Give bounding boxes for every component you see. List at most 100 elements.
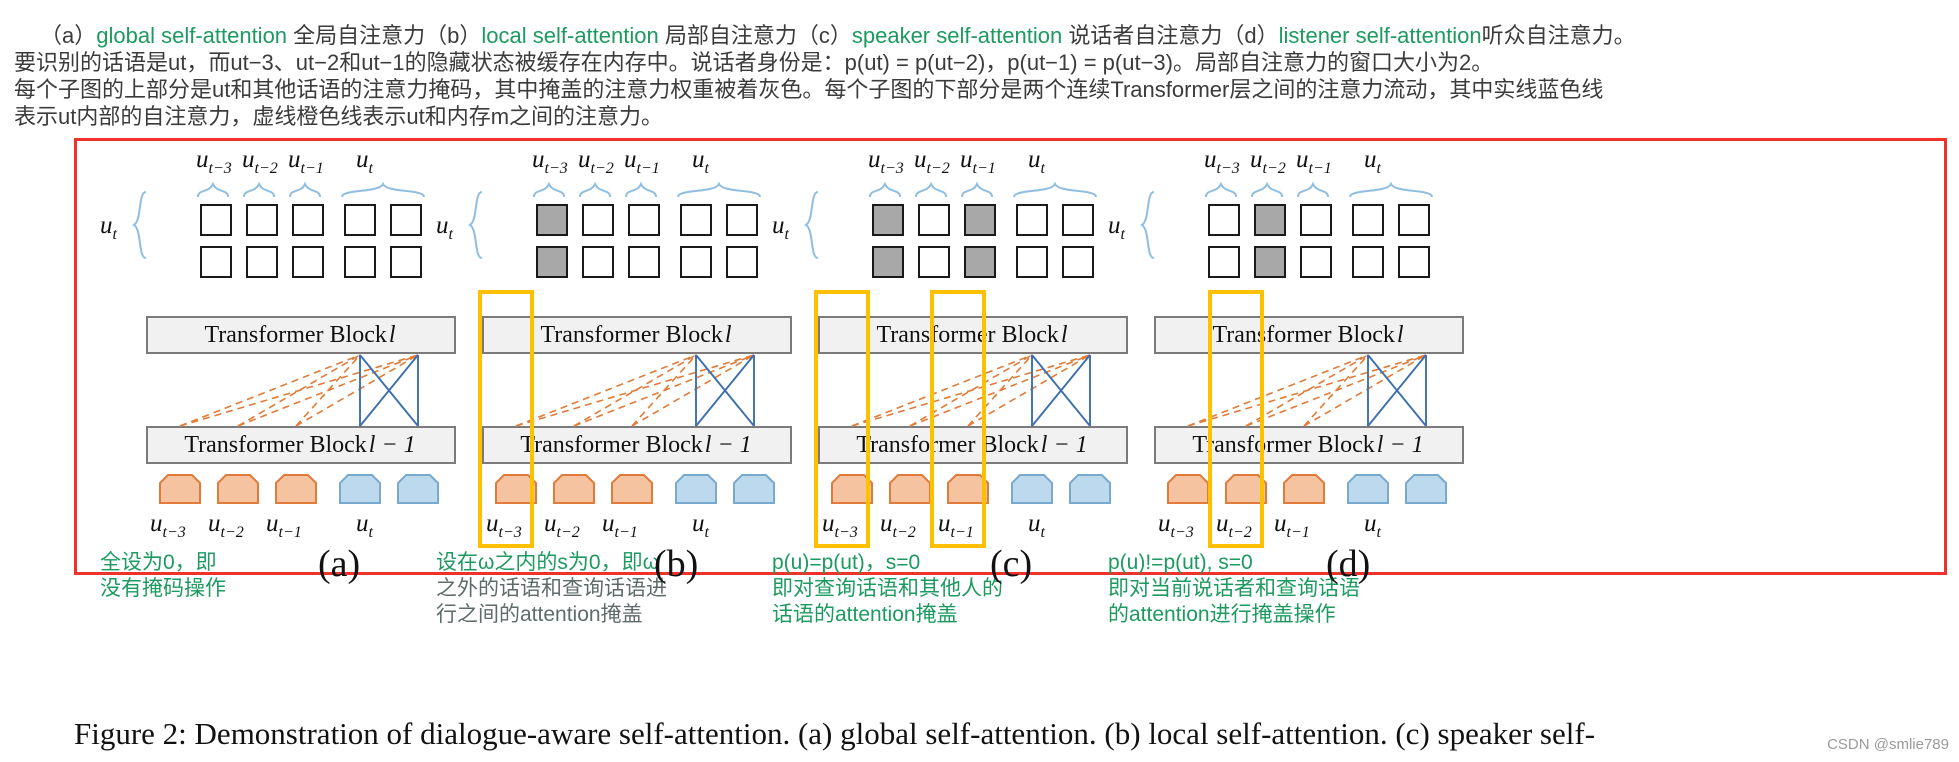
mask-cell-open xyxy=(292,204,324,236)
mask-column-header: ut−2 xyxy=(242,146,278,177)
panel-annotation-line: 全设为0，即 xyxy=(100,551,217,574)
mask-column-brace xyxy=(915,182,947,198)
highlight-box xyxy=(814,290,870,548)
watermark-label: CSDN @smlie789 xyxy=(1827,736,1949,753)
caption-part-a-term: global self-attention xyxy=(96,23,294,48)
panel-listener-self-attention: ut ut−3 ut−2 ut−1 ut Transformer Block l Trans… xyxy=(1096,138,1528,738)
mask-column-brace xyxy=(677,182,761,198)
token-axis-label: ut xyxy=(1028,510,1045,541)
mask-column-header: ut−1 xyxy=(288,146,324,177)
query-utterance-label: ut xyxy=(436,212,453,243)
mask-cell-open xyxy=(1062,246,1094,278)
mask-cell-open xyxy=(246,204,278,236)
mask-column-header: ut−3 xyxy=(532,146,568,177)
mask-cell-open xyxy=(390,204,422,236)
mask-column-header: ut−2 xyxy=(914,146,950,177)
mask-cell-masked xyxy=(872,246,904,278)
token-axis-label: ut xyxy=(356,510,373,541)
memory-token-shape xyxy=(158,474,202,504)
mask-cell-open xyxy=(390,246,422,278)
mask-column-header: ut−3 xyxy=(868,146,904,177)
mask-column-header: ut−1 xyxy=(624,146,660,177)
mask-cell-open xyxy=(200,204,232,236)
caption-part-c-cn: 说话者自注意力（d） xyxy=(1068,23,1279,48)
current-token-shape xyxy=(1346,474,1390,504)
mask-cell-open xyxy=(726,204,758,236)
panel-annotation-line: p(u)=p(ut)，s=0 xyxy=(772,551,921,574)
mask-cell-open xyxy=(1398,204,1430,236)
mask-column-brace xyxy=(961,182,993,198)
memory-token-shape xyxy=(610,474,654,504)
mask-cell-open xyxy=(292,246,324,278)
mask-cell-open xyxy=(1016,204,1048,236)
caption-part-c-term: speaker self-attention xyxy=(851,23,1069,48)
token-axis-label: ut−1 xyxy=(602,510,638,541)
token-axis-label: ut−1 xyxy=(266,510,302,541)
caption-line-4: 表示ut内部的自注意力，虚线橙色线表示ut和内存m之间的注意力。 xyxy=(14,104,664,129)
token-axis-label: ut−3 xyxy=(150,510,186,541)
mask-cell-open xyxy=(628,204,660,236)
mask-cell-open xyxy=(1352,204,1384,236)
mask-cell-masked xyxy=(964,204,996,236)
current-token-shape xyxy=(338,474,382,504)
paper-figure-caption: Figure 2: Demonstration of dialogue-awar… xyxy=(74,716,1596,751)
transformer-block-lower: Transformer Block l − 1 xyxy=(146,426,456,464)
mask-cell-masked xyxy=(964,246,996,278)
mask-column-header: ut−2 xyxy=(578,146,614,177)
mask-column-header: ut−1 xyxy=(960,146,996,177)
mask-cell-open xyxy=(628,246,660,278)
mask-cell-open xyxy=(344,204,376,236)
panel-annotation-line: 话语的attention掩盖 xyxy=(772,603,958,626)
mask-column-header: ut xyxy=(1364,146,1381,177)
mask-column-brace xyxy=(1205,182,1237,198)
mask-column-brace xyxy=(1251,182,1283,198)
mask-cell-open xyxy=(1398,246,1430,278)
highlight-box xyxy=(478,290,534,548)
panel-annotation-line: p(u)!=p(ut), s=0 xyxy=(1108,551,1253,574)
mask-cell-open xyxy=(1062,204,1094,236)
mask-cell-masked xyxy=(1254,246,1286,278)
mask-cell-open xyxy=(1352,246,1384,278)
subfigure-label: (c) xyxy=(990,543,1033,585)
mask-column-brace xyxy=(1013,182,1097,198)
mask-cell-open xyxy=(918,204,950,236)
memory-token-shape xyxy=(216,474,260,504)
mask-cell-open xyxy=(726,246,758,278)
mask-column-header: ut xyxy=(1028,146,1045,177)
mask-cell-masked xyxy=(536,204,568,236)
panel-annotation-line: 设在ω之内的s为0，即ω xyxy=(436,551,659,574)
token-axis-label: ut−2 xyxy=(880,510,916,541)
panel-annotation-line: 没有掩码操作 xyxy=(100,577,226,600)
mask-cell-open xyxy=(344,246,376,278)
caption-part-d-term: listener self-attention xyxy=(1278,23,1482,48)
mask-cell-open xyxy=(680,246,712,278)
mask-cell-open xyxy=(1208,246,1240,278)
mask-column-brace xyxy=(869,182,901,198)
mask-column-header: ut−2 xyxy=(1250,146,1286,177)
mask-cell-open xyxy=(1300,246,1332,278)
transformer-block-lower: Transformer Block l − 1 xyxy=(1154,426,1464,464)
token-axis-label: ut−3 xyxy=(1158,510,1194,541)
panel-annotation-note: p(u)=p(ut)，s=0 即对查询话语和其他人的 话语的attention掩盖 xyxy=(772,550,1003,628)
panel-annotation-note: 设在ω之内的s为0，即ω 之外的话语和查询话语进 行之间的attention掩盖 xyxy=(436,550,667,628)
token-axis-label: ut−2 xyxy=(544,510,580,541)
mask-cell-open xyxy=(246,246,278,278)
panel-annotation-line: 行之间的attention掩盖 xyxy=(436,603,643,626)
memory-token-shape xyxy=(888,474,932,504)
caption-part-a-cn: 全局自注意力（b） xyxy=(293,23,482,48)
query-left-brace xyxy=(1140,191,1155,259)
transformer-block-upper: Transformer Block l xyxy=(146,316,456,354)
memory-token-shape xyxy=(1282,474,1326,504)
mask-column-brace xyxy=(341,182,425,198)
panel-annotation-line: 的attention进行掩盖操作 xyxy=(1108,603,1336,626)
mask-cell-open xyxy=(582,246,614,278)
caption-part-b-term: local self-attention xyxy=(481,23,665,48)
current-token-shape xyxy=(1404,474,1448,504)
subfigure-label: (b) xyxy=(654,543,699,585)
caption-part-b-cn: 局部自注意力（c） xyxy=(664,23,852,48)
mask-column-brace xyxy=(579,182,611,198)
mask-column-brace xyxy=(197,182,229,198)
mask-cell-masked xyxy=(872,204,904,236)
query-left-brace xyxy=(804,191,819,259)
query-utterance-label: ut xyxy=(100,212,117,243)
